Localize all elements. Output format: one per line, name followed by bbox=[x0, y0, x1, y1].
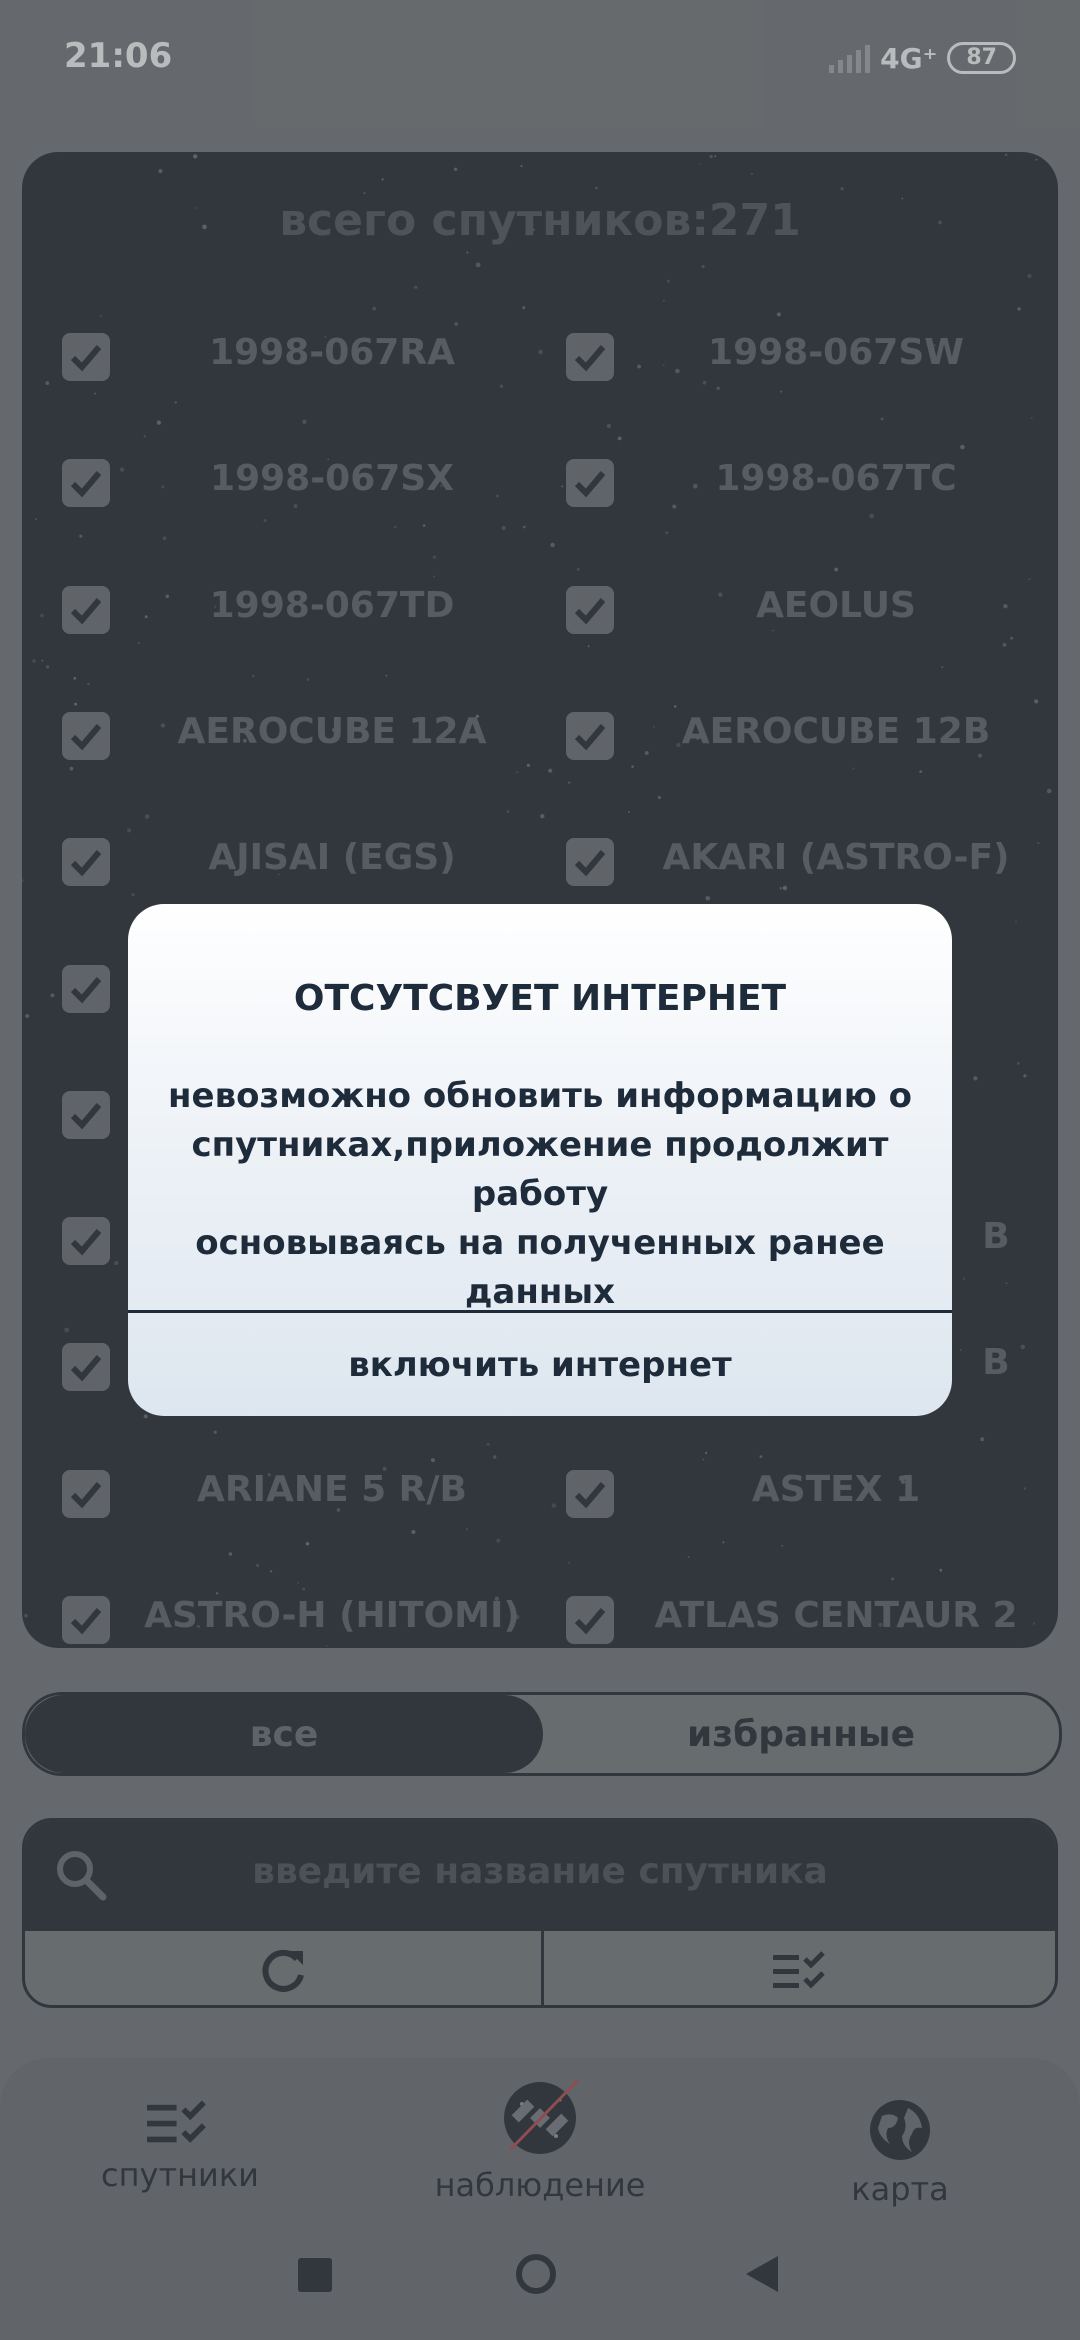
checkbox-checked-icon bbox=[62, 459, 110, 507]
satellite-checkbox[interactable] bbox=[62, 962, 110, 1016]
satellite-checkbox[interactable] bbox=[62, 1340, 110, 1394]
checkbox-checked-icon bbox=[62, 965, 110, 1013]
satellite-name[interactable]: 1998-067SW bbox=[636, 332, 1036, 373]
network-type: 4G⁺ bbox=[880, 41, 938, 75]
nav-observation[interactable]: наблюдение bbox=[410, 2078, 670, 2204]
search-placeholder: введите название спутника bbox=[252, 1851, 828, 1892]
tab-favorites[interactable]: избранные bbox=[543, 1695, 1059, 1773]
satellite-checkbox[interactable] bbox=[62, 330, 110, 384]
checkbox-checked-icon bbox=[566, 1596, 614, 1644]
satellite-name[interactable]: AEROCUBE 12A bbox=[132, 711, 532, 752]
satellite-name[interactable]: 1998-067RA bbox=[132, 332, 532, 373]
checklist-icon bbox=[772, 1951, 825, 1989]
satellite-checkbox[interactable] bbox=[62, 583, 110, 637]
recent-apps-button[interactable] bbox=[298, 2258, 332, 2292]
search-input[interactable]: введите название спутника bbox=[25, 1821, 1055, 1931]
checkbox-checked-icon bbox=[62, 712, 110, 760]
home-button[interactable] bbox=[516, 2254, 556, 2294]
starfield-background bbox=[22, 153, 1052, 1647]
satellite-checkbox[interactable] bbox=[62, 1593, 110, 1647]
satellite-checkbox[interactable] bbox=[566, 456, 614, 510]
dialog-message-line: невозможно обновить информацию о bbox=[168, 1076, 912, 1116]
satellite-name[interactable]: 1998-067SX bbox=[132, 458, 532, 499]
filter-tabs: все избранные bbox=[22, 1692, 1062, 1776]
satellite-checkbox[interactable] bbox=[62, 1467, 110, 1521]
satellite-name[interactable]: 1998-067TD bbox=[132, 585, 532, 626]
satellite-name[interactable]: B bbox=[956, 1216, 1036, 1257]
satellite-checkbox[interactable] bbox=[62, 1214, 110, 1268]
satellite-name[interactable]: B bbox=[956, 1342, 1036, 1383]
checkbox-checked-icon bbox=[62, 838, 110, 886]
bottom-navigation: спутники наблюдение карта bbox=[0, 2058, 1080, 2340]
satellites-panel bbox=[22, 152, 1058, 1648]
checkbox-checked-icon bbox=[62, 1470, 110, 1518]
search-panel: введите название спутника bbox=[22, 1818, 1058, 2008]
checkbox-checked-icon bbox=[566, 586, 614, 634]
status-time: 21:06 bbox=[64, 36, 173, 76]
status-bar: 21:06 4G⁺ 87 bbox=[0, 0, 1080, 120]
dialog-message-line: основываясь на полученных ранее данных bbox=[195, 1223, 885, 1312]
satellite-checkbox[interactable] bbox=[62, 456, 110, 510]
satellite-checkbox[interactable] bbox=[62, 835, 110, 889]
checkbox-checked-icon bbox=[62, 333, 110, 381]
satellite-name[interactable]: ATLAS CENTAUR 2 bbox=[636, 1595, 1036, 1636]
checkbox-checked-icon bbox=[566, 333, 614, 381]
satellite-checkbox[interactable] bbox=[566, 709, 614, 763]
satellite-name[interactable]: AEOLUS bbox=[636, 585, 1036, 626]
checkbox-checked-icon bbox=[566, 838, 614, 886]
checkbox-checked-icon bbox=[566, 459, 614, 507]
satellite-checkbox[interactable] bbox=[566, 1467, 614, 1521]
satellite-checkbox[interactable] bbox=[62, 709, 110, 763]
nav-label: карта bbox=[851, 2170, 949, 2208]
satellite-name[interactable]: AKARI (ASTRO-F) bbox=[636, 837, 1036, 878]
select-all-button[interactable] bbox=[544, 1931, 1055, 2005]
tab-all[interactable]: все bbox=[25, 1695, 543, 1773]
refresh-icon bbox=[262, 1949, 304, 1992]
globe-icon bbox=[870, 2100, 930, 2160]
checkbox-checked-icon bbox=[62, 1596, 110, 1644]
checklist-icon bbox=[147, 2100, 206, 2143]
satellite-checkbox[interactable] bbox=[566, 583, 614, 637]
nav-satellites[interactable]: спутники bbox=[50, 2098, 310, 2194]
checkbox-checked-icon bbox=[62, 1091, 110, 1139]
nav-map[interactable]: карта bbox=[770, 2098, 1030, 2208]
satellite-checkbox[interactable] bbox=[566, 1593, 614, 1647]
satellite-icon bbox=[504, 2078, 580, 2154]
satellites-count-title: всего спутников:271 bbox=[279, 195, 801, 246]
checkbox-checked-icon bbox=[566, 712, 614, 760]
nav-label: наблюдение bbox=[434, 2166, 646, 2204]
satellite-checkbox[interactable] bbox=[566, 835, 614, 889]
satellite-name[interactable]: ARIANE 5 R/B bbox=[132, 1469, 532, 1510]
nav-label: спутники bbox=[101, 2156, 259, 2194]
satellite-name[interactable]: ASTEX 1 bbox=[636, 1469, 1036, 1510]
battery-indicator: 87 bbox=[947, 42, 1016, 74]
checkbox-checked-icon bbox=[566, 1470, 614, 1518]
satellite-checkbox[interactable] bbox=[566, 330, 614, 384]
satellite-name[interactable]: AEROCUBE 12B bbox=[636, 711, 1036, 752]
no-internet-dialog: ОТСУТСВУЕТ ИНТЕРНЕТ невозможно обновить … bbox=[128, 904, 952, 1416]
dialog-message: невозможно обновить информацию о спутник… bbox=[158, 1072, 922, 1317]
refresh-button[interactable] bbox=[25, 1931, 540, 2005]
checkbox-checked-icon bbox=[62, 586, 110, 634]
satellite-name[interactable]: ASTRO-H (HITOMI) bbox=[132, 1595, 532, 1636]
enable-internet-button[interactable]: включить интернет bbox=[128, 1313, 952, 1416]
satellite-checkbox[interactable] bbox=[62, 1088, 110, 1142]
checkbox-checked-icon bbox=[62, 1217, 110, 1265]
checkbox-checked-icon bbox=[62, 1343, 110, 1391]
signal-icon bbox=[829, 43, 871, 73]
back-button[interactable] bbox=[744, 2254, 780, 2294]
satellite-name[interactable]: 1998-067TC bbox=[636, 458, 1036, 499]
satellite-name[interactable]: AJISAI (EGS) bbox=[132, 837, 532, 878]
dialog-message-line: спутниках,приложение продолжит работу bbox=[191, 1125, 889, 1214]
status-indicators: 4G⁺ 87 bbox=[829, 38, 1016, 78]
dialog-title: ОТСУТСВУЕТ ИНТЕРНЕТ bbox=[293, 978, 787, 1019]
